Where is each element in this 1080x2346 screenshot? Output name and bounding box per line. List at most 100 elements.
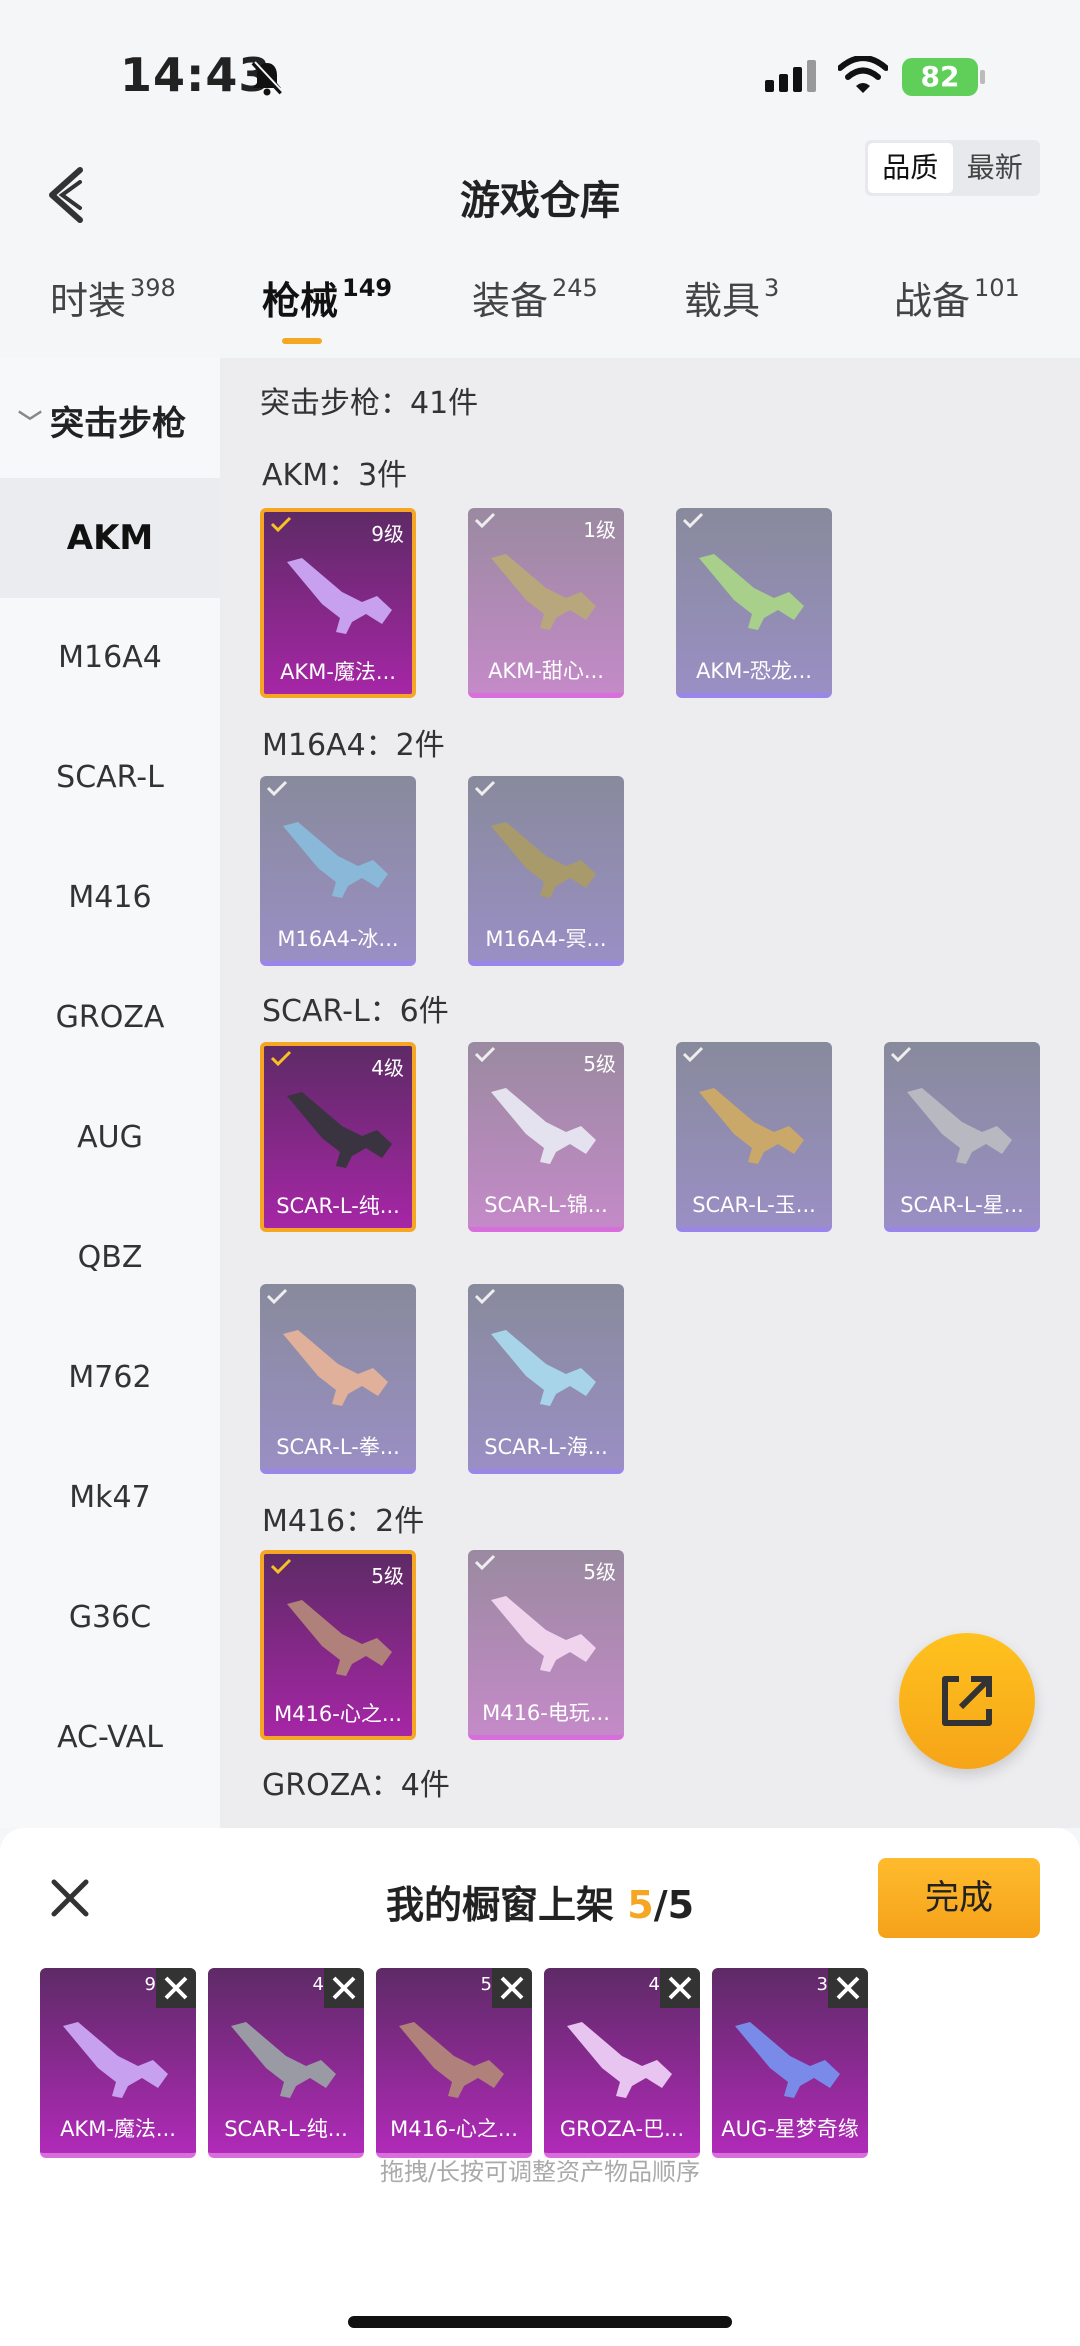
close-icon	[332, 1976, 356, 2000]
share-icon	[942, 1676, 992, 1726]
done-button[interactable]: 完成	[878, 1858, 1040, 1938]
skin-name: AKM-魔法...	[280, 660, 396, 684]
weapon-grid: 突击步枪：41件 AKM：3件 9级 AKM-魔法... 1级 AKM-甜心..…	[220, 358, 1080, 1828]
skin-card[interactable]: M16A4-冰...	[260, 776, 416, 966]
skin-card[interactable]: SCAR-L-星...	[884, 1042, 1040, 1232]
tab-fashion[interactable]: 时装 398	[50, 270, 176, 325]
rifle-icon	[231, 2022, 336, 2098]
remove-item-button[interactable]	[156, 1968, 196, 2008]
item-level: 9	[144, 1974, 156, 1995]
rifle-icon	[283, 822, 388, 898]
skin-level: 9级	[371, 522, 404, 546]
close-icon	[668, 1976, 692, 2000]
section-title-scar-l: SCAR-L：6件	[262, 994, 449, 1029]
skin-card[interactable]: 1级 AKM-甜心...	[468, 508, 624, 698]
reorder-hint: 拖拽/长按可调整资产物品顺序	[379, 2158, 701, 2186]
skin-name: AKM-甜心...	[488, 659, 604, 683]
skin-card[interactable]: SCAR-L-玉...	[676, 1042, 832, 1232]
sort-quality-button[interactable]: 品质	[868, 143, 953, 193]
sort-newest-button[interactable]: 最新	[953, 143, 1038, 193]
sidebar-item-mk47[interactable]: Mk47	[0, 1438, 220, 1558]
sidebar-item-qbz[interactable]: QBZ	[0, 1198, 220, 1318]
sidebar-item-scar-l[interactable]: SCAR-L	[0, 718, 220, 838]
tab-label: 时装	[50, 279, 127, 323]
skin-card[interactable]: 5级 M416-心之...	[260, 1550, 416, 1740]
weapon-sidebar: ﹀ 突击步枪 AKM M16A4 SCAR-L M416 GROZA AUG QB…	[0, 358, 220, 1828]
check-icon	[474, 1554, 496, 1570]
sidebar-item-aug[interactable]: AUG	[0, 1078, 220, 1198]
sidebar-category[interactable]: ﹀ 突击步枪	[18, 396, 186, 445]
check-icon	[474, 1046, 496, 1062]
skin-level: 5级	[371, 1564, 404, 1588]
item-level: 4	[312, 1974, 324, 1995]
skin-card[interactable]: 5级 M416-电玩...	[468, 1550, 624, 1740]
showcase-item[interactable]: 4 GROZA-巴...	[544, 1968, 700, 2158]
remove-item-button[interactable]	[660, 1968, 700, 2008]
tab-equipment[interactable]: 装备 245	[472, 270, 598, 325]
skin-card[interactable]: 9级 AKM-魔法...	[260, 508, 416, 698]
skin-level: 1级	[583, 518, 616, 542]
skin-level: 4级	[371, 1056, 404, 1080]
rifle-icon	[287, 558, 392, 634]
status-bar: 14:43 82	[0, 0, 1080, 140]
share-button[interactable]	[899, 1633, 1035, 1769]
sidebar-item-m16a4[interactable]: M16A4	[0, 598, 220, 718]
battery-tip	[980, 70, 985, 84]
skin-name: M416-心之...	[274, 1702, 402, 1726]
section-title-m16a4: M16A4：2件	[262, 728, 445, 763]
sidebar-category-label: 突击步枪	[50, 404, 186, 444]
sidebar-item-ac-val[interactable]: AC-VAL	[0, 1678, 220, 1798]
check-icon	[682, 512, 704, 528]
skin-level: 5级	[583, 1052, 616, 1076]
skin-card[interactable]: SCAR-L-海...	[468, 1284, 624, 1474]
skin-name: AKM-恐龙...	[696, 659, 812, 683]
category-tabs: 时装 398 枪械 149 装备 245 载具 3 战备 101	[0, 270, 1080, 350]
remove-item-button[interactable]	[828, 1968, 868, 2008]
rifle-icon	[699, 554, 804, 630]
item-name: AKM-魔法...	[60, 2117, 176, 2141]
showcase-item[interactable]: 3 AUG-星梦奇缘	[712, 1968, 868, 2158]
skin-name: SCAR-L-玉...	[692, 1193, 816, 1217]
sidebar-item-m416[interactable]: M416	[0, 838, 220, 958]
skin-card[interactable]: M16A4-冥...	[468, 776, 624, 966]
showcase-item[interactable]: 9 AKM-魔法...	[40, 1968, 196, 2158]
item-level: 5	[480, 1974, 492, 1995]
section-title-akm: AKM：3件	[262, 458, 408, 493]
skin-card[interactable]: SCAR-L-拳...	[260, 1284, 416, 1474]
home-indicator[interactable]	[348, 2316, 732, 2328]
showcase-item[interactable]: 4 SCAR-L-纯...	[208, 1968, 364, 2158]
remove-item-button[interactable]	[324, 1968, 364, 2008]
section-title-m416: M416：2件	[262, 1504, 425, 1539]
skin-name: SCAR-L-纯...	[276, 1194, 400, 1218]
check-icon	[682, 1046, 704, 1062]
skin-card[interactable]: 5级 SCAR-L-锦...	[468, 1042, 624, 1232]
rifle-icon	[283, 1330, 388, 1406]
sidebar-item-m762[interactable]: M762	[0, 1318, 220, 1438]
check-icon	[266, 1288, 288, 1304]
showcase-item[interactable]: 5 M416-心之...	[376, 1968, 532, 2158]
remove-item-button[interactable]	[492, 1968, 532, 2008]
tab-gear[interactable]: 战备 101	[894, 270, 1020, 325]
skin-card[interactable]: 4级 SCAR-L-纯...	[260, 1042, 416, 1232]
sidebar-item-groza[interactable]: GROZA	[0, 958, 220, 1078]
check-icon	[474, 1288, 496, 1304]
skin-card[interactable]: AKM-恐龙...	[676, 508, 832, 698]
check-icon	[270, 516, 292, 532]
item-name: AUG-星梦奇缘	[721, 2117, 859, 2141]
check-icon	[266, 780, 288, 796]
cellular-signal-icon	[765, 60, 816, 92]
sidebar-item-akm[interactable]: AKM	[0, 478, 220, 598]
tab-guns[interactable]: 枪械 149	[262, 270, 392, 325]
sheet-total: /5	[653, 1883, 695, 1927]
tab-count: 398	[130, 274, 176, 302]
battery-level: 82	[902, 58, 978, 96]
tab-vehicles[interactable]: 载具 3	[684, 270, 779, 325]
rifle-icon	[491, 554, 596, 630]
tab-count: 101	[974, 274, 1020, 302]
warehouse-page: 14:43 82 游戏仓库 品质 最新 时装 398 枪械 149 装备 245…	[0, 0, 1080, 2346]
skin-name: SCAR-L-海...	[484, 1435, 608, 1459]
rifle-icon	[287, 1600, 392, 1676]
check-icon	[474, 512, 496, 528]
status-time: 14:43	[120, 48, 272, 102]
sidebar-item-g36c[interactable]: G36C	[0, 1558, 220, 1678]
